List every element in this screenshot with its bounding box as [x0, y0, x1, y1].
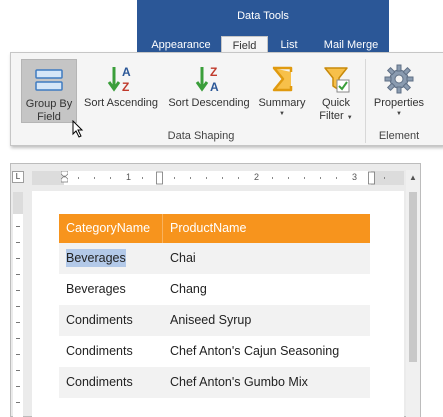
table-cell[interactable]: Condiments — [66, 367, 133, 398]
ruler-tick — [238, 177, 239, 179]
selected-text: Beverages — [66, 249, 126, 267]
svg-text:A: A — [122, 65, 131, 79]
sort-descending-label: Sort Descending — [168, 97, 250, 109]
table-header-row: CategoryName ProductName — [59, 214, 370, 243]
ruler-tick — [16, 306, 20, 307]
table-cell[interactable]: Beverages — [66, 274, 126, 305]
ruler-tick — [336, 177, 337, 179]
data-table: CategoryName ProductName Beverages Chai … — [59, 214, 370, 398]
quick-filter-dropdown-arrow-icon: ▼ — [346, 115, 353, 121]
table-cell[interactable]: Condiments — [66, 336, 133, 367]
summary-button[interactable]: Summary ▼ — [256, 59, 308, 123]
table-row: Condiments Chef Anton's Cajun Seasoning — [59, 336, 370, 367]
data-tools-contextual-header: Data Tools Appearance Field List Mail Me… — [137, 0, 389, 55]
ruler-tick — [304, 177, 305, 179]
ruler-tick — [16, 274, 20, 275]
mouse-pointer-icon — [72, 120, 84, 138]
ruler-tick — [78, 177, 79, 179]
scrollbar-thumb[interactable] — [409, 192, 417, 362]
properties-dropdown-arrow-icon: ▼ — [396, 111, 402, 117]
table-row: Condiments Chef Anton's Gumbo Mix — [59, 367, 370, 398]
vertical-scrollbar[interactable]: ▲ — [406, 170, 420, 417]
ruler-tick — [16, 338, 20, 339]
ruler-tick — [174, 177, 175, 179]
table-row: Beverages Chang — [59, 274, 370, 305]
ruler-tick — [206, 177, 207, 179]
column-marker-icon[interactable] — [156, 171, 163, 185]
group-by-field-button[interactable]: Group By Field — [21, 59, 77, 123]
group-by-field-icon — [35, 69, 63, 91]
summary-dropdown-arrow-icon: ▼ — [279, 111, 285, 117]
funnel-icon — [324, 67, 350, 93]
ruler-tick — [16, 322, 20, 323]
table-cell[interactable]: Chef Anton's Cajun Seasoning — [170, 336, 339, 367]
ruler-tick — [142, 177, 143, 179]
ruler-tick — [16, 226, 20, 227]
tab-stop-selector[interactable]: L — [12, 171, 24, 183]
gear-icon — [384, 64, 414, 94]
group-label-data-shaping: Data Shaping — [167, 130, 235, 142]
sort-ascending-button[interactable]: A Z Sort Ascending — [81, 59, 161, 123]
ruler-number: 1 — [126, 172, 132, 182]
group-separator — [365, 59, 366, 143]
ruler-tick — [16, 402, 20, 403]
header-product-name[interactable]: ProductName — [170, 214, 246, 243]
table-cell[interactable]: Condiments — [66, 305, 133, 336]
svg-text:A: A — [210, 80, 219, 94]
table-row: Condiments Aniseed Syrup — [59, 305, 370, 336]
ruler-tick — [16, 354, 20, 355]
group-by-field-label-line1: Group By — [25, 98, 73, 110]
sort-ascending-icon: A Z — [107, 65, 131, 94]
ruler-tick — [320, 177, 321, 179]
horizontal-ruler[interactable]: 1 2 3 — [32, 171, 404, 185]
ruler-tick — [110, 177, 111, 179]
sort-descending-button[interactable]: Z A Sort Descending — [166, 59, 252, 123]
sort-ascending-label: Sort Ascending — [84, 97, 158, 109]
sort-descending-icon: Z A — [195, 65, 219, 94]
vertical-ruler-margin — [13, 192, 23, 214]
ruler-tick — [384, 177, 385, 179]
ruler-tick — [288, 177, 289, 179]
table-cell[interactable]: Chef Anton's Gumbo Mix — [170, 367, 308, 398]
scroll-up-arrow-icon[interactable]: ▲ — [409, 173, 417, 182]
ruler-tick — [16, 290, 20, 291]
properties-button[interactable]: Properties ▼ — [369, 59, 429, 123]
quick-filter-label-line2: Filter — [319, 110, 344, 122]
header-category-name[interactable]: CategoryName — [66, 214, 150, 243]
svg-text:Z: Z — [122, 80, 129, 94]
ruler-tick — [272, 177, 273, 179]
table-cell[interactable]: Chang — [170, 274, 207, 305]
svg-text:Z: Z — [210, 65, 217, 79]
vertical-ruler[interactable] — [13, 192, 23, 417]
right-indent-marker-icon[interactable] — [368, 171, 375, 185]
column-divider — [162, 214, 163, 243]
table-cell[interactable]: Chai — [170, 243, 196, 274]
ruler-tick — [16, 386, 20, 387]
ruler-tick — [16, 242, 20, 243]
summary-label: Summary — [258, 97, 306, 109]
ruler-tick — [16, 258, 20, 259]
quick-filter-label-line1: Quick — [321, 97, 351, 109]
ruler-number: 2 — [254, 172, 260, 182]
indent-marker-icon[interactable] — [61, 171, 68, 185]
group-label-element: Element — [378, 130, 420, 142]
ruler-number: 3 — [352, 172, 358, 182]
ruler-tick — [222, 177, 223, 179]
ruler-tick — [190, 177, 191, 179]
sigma-icon — [272, 66, 293, 92]
table-row: Beverages Chai — [59, 243, 370, 274]
quick-filter-button[interactable]: Quick Filter ▼ — [312, 59, 360, 123]
table-cell[interactable]: Beverages — [66, 243, 126, 274]
table-cell[interactable]: Aniseed Syrup — [170, 305, 251, 336]
group-by-field-label-line2: Field — [37, 111, 61, 123]
context-tab-group-title: Data Tools — [237, 10, 289, 22]
properties-label: Properties — [373, 97, 425, 109]
ruler-tick — [16, 370, 20, 371]
ruler-tick — [94, 177, 95, 179]
